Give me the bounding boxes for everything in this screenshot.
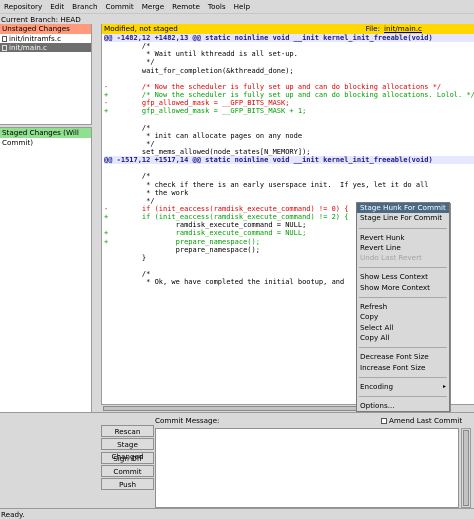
context-menu-item-undo-last-revert: Undo Last Revert [357, 253, 449, 263]
menu-item-label: Refresh [360, 302, 388, 312]
menubar: Repository Edit Branch Commit Merge Remo… [0, 0, 474, 13]
menu-separator [359, 376, 447, 378]
diff-removed-line[interactable]: - /* Now the scheduler is fully set up a… [104, 83, 474, 91]
menu-edit[interactable]: Edit [46, 0, 68, 13]
menu-remote[interactable]: Remote [168, 0, 204, 13]
diff-context-line[interactable]: * Wait until kthreadd is all set-up. [104, 50, 474, 58]
commit-area: Rescan Stage Changed Sign Off Commit Pus… [0, 412, 474, 508]
submenu-arrow-icon: ▸ [442, 382, 446, 390]
menu-commit[interactable]: Commit [102, 0, 138, 13]
menu-item-label: Increase Font Size [360, 362, 426, 372]
stage-changed-button[interactable]: Stage Changed [101, 438, 154, 461]
menu-item-label: Stage Line For Commit [360, 213, 443, 223]
file-name[interactable]: init/main.c [9, 43, 47, 52]
context-menu-item-increase-font-size[interactable]: Increase Font Size [357, 363, 449, 373]
menu-separator [359, 297, 447, 299]
menu-item-label: Revert Hunk [360, 232, 405, 242]
file-icon[interactable] [2, 35, 7, 42]
amend-label[interactable]: Amend Last Commit [389, 416, 462, 425]
unstaged-file-item[interactable]: init/initramfs.c [0, 34, 91, 43]
file-icon[interactable] [2, 44, 7, 51]
unstaged-file-item-selected[interactable]: init/main.c [0, 43, 91, 52]
staged-changes-title: Staged Changes (Will Commit) [0, 128, 91, 147]
context-menu-item-copy[interactable]: Copy [357, 312, 449, 322]
diff-context-line[interactable]: * check if there is an early userspace i… [104, 181, 474, 189]
context-menu-item-show-less-context[interactable]: Show Less Context [357, 272, 449, 282]
unstaged-changes-title: Unstaged Changes [0, 24, 91, 34]
diff-header: Modified, not staged File: init/main.c [102, 24, 474, 34]
menu-separator [359, 347, 447, 349]
menu-help[interactable]: Help [230, 0, 254, 13]
diff-file-label: File: [365, 24, 381, 33]
context-menu-item-revert-hunk[interactable]: Revert Hunk [357, 233, 449, 243]
diff-context-line[interactable] [104, 164, 474, 172]
menu-item-label: Options... [360, 401, 395, 411]
commit-message-scrollbar[interactable] [461, 428, 471, 508]
context-menu-item-revert-line[interactable]: Revert Line [357, 243, 449, 253]
menu-merge[interactable]: Merge [138, 0, 168, 13]
diff-added-line[interactable]: + /* Now the scheduler is fully set up a… [104, 91, 474, 99]
diff-context-line[interactable]: /* [104, 172, 474, 180]
menu-separator [359, 227, 447, 229]
menu-repository[interactable]: Repository [0, 0, 46, 13]
menu-item-label: Copy All [360, 332, 390, 342]
context-menu-item-show-more-context[interactable]: Show More Context [357, 283, 449, 293]
file-lists-pane: Unstaged Changes init/initramfs.c init/m… [0, 24, 92, 412]
diff-removed-line[interactable]: - gfp_allowed_mask = __GFP_BITS_MASK; [104, 99, 474, 107]
menu-item-label: Undo Last Revert [360, 253, 422, 263]
diff-context-line[interactable]: set_mems_allowed(node_states[N_MEMORY]); [104, 148, 474, 156]
current-branch: Current Branch: HEAD [0, 13, 474, 24]
commit-message-label: Commit Message: [155, 416, 220, 425]
diff-file-name: init/main.c [384, 24, 422, 33]
diff-context-line[interactable]: wait_for_completion(&kthreadd_done); [104, 67, 474, 75]
diff-context-line[interactable] [104, 115, 474, 123]
diff-context-line[interactable]: */ [104, 58, 474, 66]
menu-item-label: Show Less Context [360, 272, 428, 282]
context-menu-item-decrease-font-size[interactable]: Decrease Font Size [357, 352, 449, 362]
menu-item-label: Stage Hunk For Commit [360, 203, 446, 212]
diff-added-line[interactable]: + gfp_allowed_mask = __GFP_BITS_MASK + 1… [104, 107, 474, 115]
menu-separator [359, 396, 447, 398]
menu-branch[interactable]: Branch [68, 0, 101, 13]
amend-last-commit[interactable]: Amend Last Commit [381, 416, 462, 425]
diff-hunk-header[interactable]: @@ -1482,12 +1482,13 @@ static noinline … [104, 34, 474, 43]
diff-hunk-header[interactable]: @@ -1517,12 +1517,14 @@ static noinline … [104, 156, 474, 165]
push-button[interactable]: Push [101, 478, 154, 491]
context-menu-item-options[interactable]: Options... [357, 401, 449, 411]
menu-item-label: Revert Line [360, 242, 401, 252]
context-menu: Stage Hunk For Commit Stage Line For Comm… [356, 202, 450, 413]
unstaged-file-list: init/initramfs.c init/main.c [0, 34, 91, 52]
menu-separator [359, 267, 447, 269]
diff-context-line[interactable]: * init can allocate pages on any node [104, 132, 474, 140]
sign-off-button[interactable]: Sign Off [101, 451, 154, 464]
menu-item-label: Select All [360, 322, 394, 332]
commit-button[interactable]: Commit [101, 464, 154, 477]
context-menu-item-select-all[interactable]: Select All [357, 323, 449, 333]
diff-context-line[interactable]: /* [104, 124, 474, 132]
context-menu-item-encoding[interactable]: Encoding ▸ [357, 382, 449, 392]
menu-item-label: Decrease Font Size [360, 352, 429, 362]
menu-item-label: Copy [360, 312, 379, 322]
diff-context-line[interactable]: /* [104, 42, 474, 50]
amend-checkbox[interactable] [381, 417, 387, 424]
diff-context-line[interactable]: * the work [104, 189, 474, 197]
diff-status: Modified, not staged [104, 24, 178, 33]
context-menu-item-stage-line-for-commit[interactable]: Stage Line For Commit [357, 213, 449, 223]
context-menu-item-copy-all[interactable]: Copy All [357, 333, 449, 343]
diff-context-line[interactable] [104, 75, 474, 83]
context-menu-item-stage-hunk-for-commit[interactable]: Stage Hunk For Commit [357, 203, 449, 214]
menu-item-label: Show More Context [360, 282, 430, 292]
menu-tools[interactable]: Tools [204, 0, 230, 13]
context-menu-item-refresh[interactable]: Refresh [357, 302, 449, 312]
rescan-button[interactable]: Rescan [101, 425, 154, 437]
diff-context-line[interactable]: */ [104, 140, 474, 148]
scrollbar-thumb[interactable] [463, 430, 469, 506]
menu-item-label: Encoding [360, 381, 394, 391]
file-name[interactable]: init/initramfs.c [9, 34, 61, 43]
status-bar: Ready. [0, 508, 474, 519]
commit-message-input[interactable] [155, 428, 459, 508]
commit-buttons: Rescan Stage Changed Sign Off Commit Pus… [101, 425, 154, 491]
